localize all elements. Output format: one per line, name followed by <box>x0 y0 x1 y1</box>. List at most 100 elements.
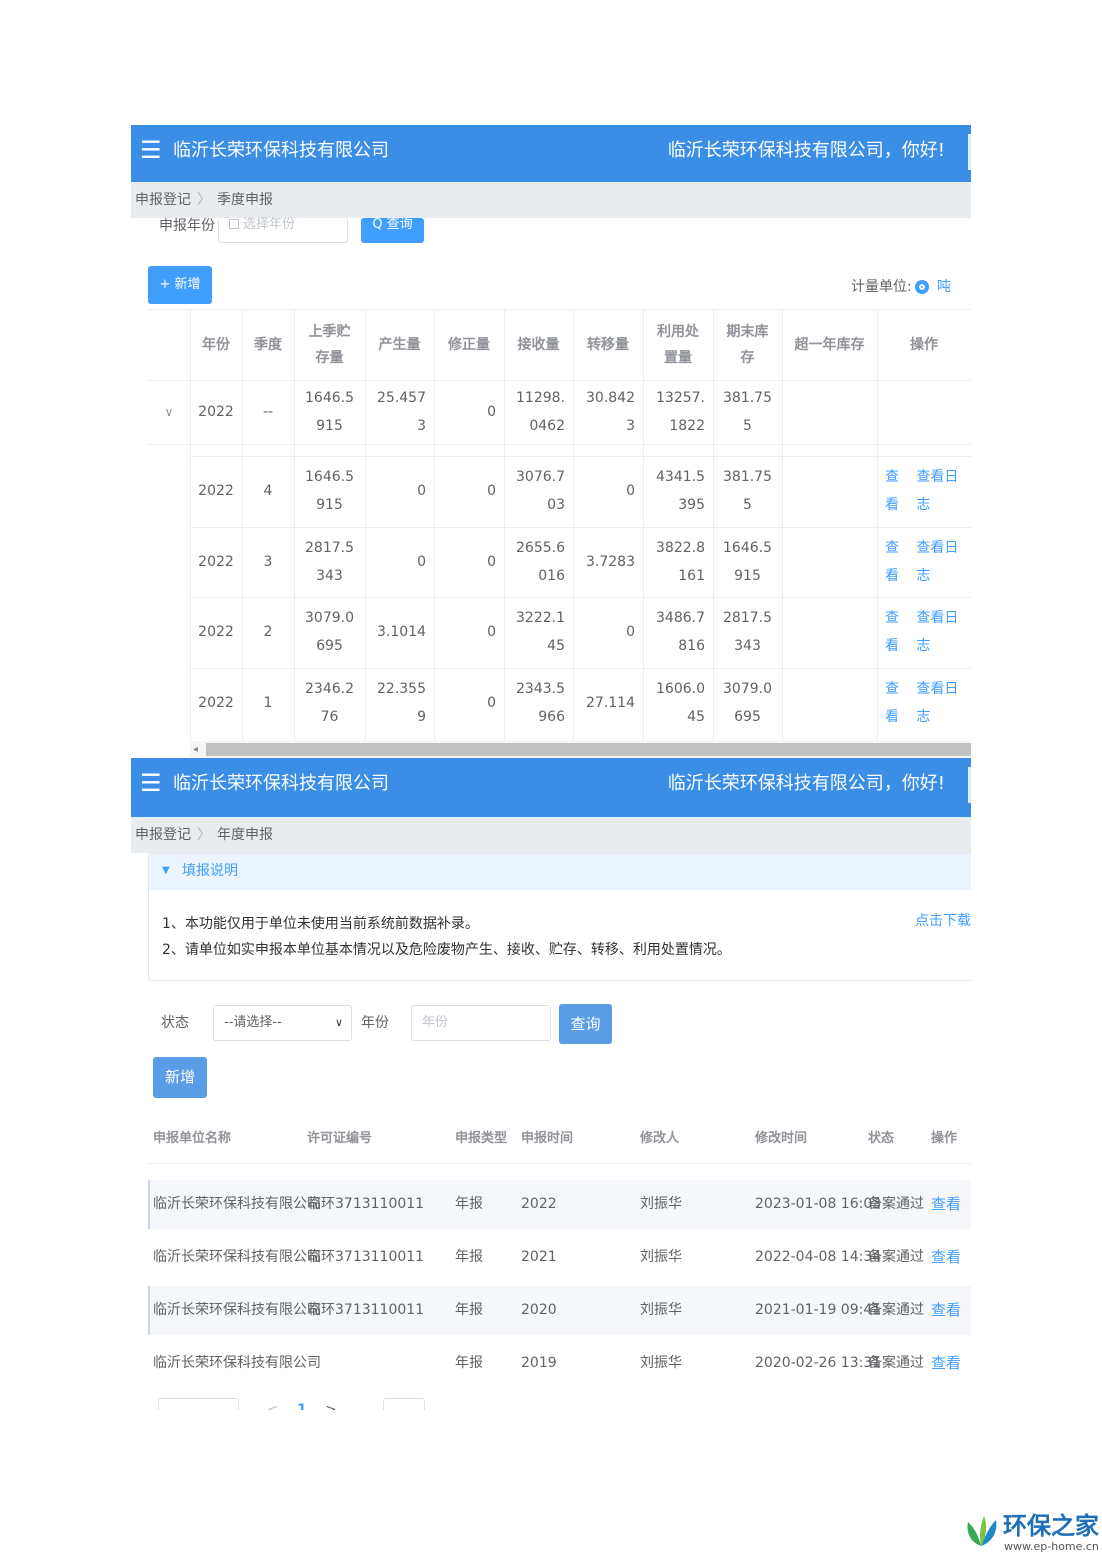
breadcrumb-root[interactable]: 申报登记 <box>135 827 191 843</box>
quarterly-table: 年份 季度 上季贮存量 产生量 修正量 接收量 转移量 利用处置量 期末库存 超一年库存 操作 ∨ 20… <box>148 309 971 758</box>
add-button[interactable]: + 新增 <box>148 266 212 304</box>
notice-title: 填报说明 <box>182 863 238 879</box>
row-actions: 查看 查看日志 <box>877 456 971 527</box>
table-cell: 0 <box>487 624 496 641</box>
year-label: 年份 <box>361 1015 389 1031</box>
table-cell: 3486.7816 <box>656 610 705 655</box>
table-cell: 3 <box>263 553 273 570</box>
view-link[interactable]: 查看 <box>931 1247 961 1267</box>
view-link[interactable]: 查看 <box>885 534 908 590</box>
notice-lines: 1、本功能仅用于单位未使用当前系统前数据补录。 2、请单位如实申报本单位基本情况… <box>162 911 731 963</box>
summary-cell: -- <box>262 404 274 420</box>
table-header-cell: 年份 <box>202 336 230 353</box>
table-cell: 备案通过 <box>868 1249 924 1265</box>
expand-chevron-icon[interactable]: ∨ <box>148 380 190 444</box>
topbar-edge <box>968 134 971 170</box>
summary-cell: 13257.1822 <box>656 390 705 434</box>
table-cell: 刘振华 <box>640 1302 682 1318</box>
next-page-icon[interactable]: > <box>325 1402 337 1410</box>
jump-page-input[interactable] <box>383 1398 425 1410</box>
table-cell: 1646.5915 <box>723 539 772 584</box>
summary-cell: 30.8423 <box>586 390 635 434</box>
table-cell: 1646.5915 <box>305 469 354 514</box>
page-size-select[interactable] <box>158 1398 239 1410</box>
view-log-link[interactable]: 查看日志 <box>916 604 963 660</box>
scroll-left-icon[interactable]: ◂ <box>193 741 198 758</box>
radio-selected-icon[interactable] <box>915 280 929 294</box>
notice-header[interactable]: ▼ 填报说明 <box>149 854 971 890</box>
view-link[interactable]: 查看 <box>931 1300 961 1320</box>
table-cell <box>782 527 877 598</box>
table-cell: 2022 <box>198 553 234 570</box>
table-border <box>148 444 971 445</box>
table-cell: 3.1014 <box>377 624 426 641</box>
view-link[interactable]: 查看 <box>885 463 908 519</box>
table-cell: 备案通过 <box>868 1302 924 1318</box>
table-cell: 2020 <box>521 1302 557 1318</box>
table-header-cell: 许可证编号 <box>307 1131 373 1146</box>
table-header-border <box>148 1163 971 1164</box>
table-cell: 临沂长荣环保科技有限公司 <box>153 1196 321 1212</box>
table-cell: 刘振华 <box>640 1355 682 1371</box>
breadcrumb-root[interactable]: 申报登记 <box>135 192 191 208</box>
table-cell <box>782 668 877 739</box>
table-cell: 年报 <box>455 1249 483 1265</box>
table-header-cell: 上季贮存量 <box>308 323 351 366</box>
table-cell <box>782 597 877 668</box>
summary-cell: 0 <box>487 404 496 420</box>
greeting: 临沂长荣环保科技有限公司，你好! <box>667 140 945 161</box>
breadcrumb-current: 季度申报 <box>217 192 273 208</box>
table-cell: 年报 <box>455 1355 483 1371</box>
expand-gutter <box>148 445 190 758</box>
status-select[interactable]: --请选择-- ∨ <box>213 1005 352 1041</box>
table-header-cell: 申报类型 <box>455 1131 508 1146</box>
view-log-link[interactable]: 查看日志 <box>916 463 963 519</box>
watermark-url: www.ep-home.cn <box>1004 1540 1099 1553</box>
view-link[interactable]: 查看 <box>885 675 908 731</box>
table-cell: 22.3559 <box>377 680 426 725</box>
table-header-cell: 转移量 <box>587 336 629 353</box>
year-placeholder: 选择年份 <box>243 217 296 232</box>
view-log-link[interactable]: 查看日志 <box>916 534 963 590</box>
table-cell: 0 <box>626 624 635 641</box>
table-cell: 年报 <box>455 1302 483 1318</box>
summary-cell: 2022 <box>198 404 234 420</box>
year-input[interactable]: 年份 <box>411 1005 551 1041</box>
prev-page-icon[interactable]: < <box>267 1402 279 1410</box>
table-cell: 0 <box>487 483 496 500</box>
table-header-cell: 修改人 <box>640 1131 680 1146</box>
view-link[interactable]: 查看 <box>931 1194 961 1214</box>
table-cell <box>782 456 877 527</box>
table-cell: 0 <box>626 483 635 500</box>
download-link[interactable]: 点击下载 <box>915 911 971 931</box>
query-button[interactable]: 查询 <box>559 1004 612 1044</box>
table-cell: 0 <box>417 553 426 570</box>
caret-down-icon: ▼ <box>162 865 170 876</box>
unit-value[interactable]: 吨 <box>937 277 951 297</box>
table-header-cell: 操作 <box>931 1131 958 1146</box>
scrollbar-thumb[interactable] <box>206 743 971 756</box>
topbar-edge <box>968 767 971 803</box>
table-cell: 刘振华 <box>640 1249 682 1265</box>
summary-cell <box>782 380 877 444</box>
current-page[interactable]: 1 <box>297 1402 307 1410</box>
table-cell: 3079.0695 <box>305 610 354 655</box>
table-cell: 临沂长荣环保科技有限公司 <box>153 1302 321 1318</box>
query-button[interactable]: Q 查询 <box>361 218 424 243</box>
table-cell: 4341.5395 <box>656 469 705 514</box>
year-picker[interactable]: 选择年份 <box>218 218 348 243</box>
summary-cell: 25.4573 <box>377 390 426 434</box>
menu-icon[interactable]: ☰ <box>140 135 162 165</box>
table-cell: 2022 <box>198 483 234 500</box>
menu-icon[interactable]: ☰ <box>140 768 162 798</box>
view-log-link[interactable]: 查看日志 <box>916 675 963 731</box>
table-cell: 4 <box>263 483 273 500</box>
table-cell: 27.114 <box>586 694 635 711</box>
add-button[interactable]: 新增 <box>153 1057 207 1098</box>
table-cell: 0 <box>417 483 426 500</box>
table-cell: 临沂长荣环保科技有限公司 <box>153 1355 321 1371</box>
view-link[interactable]: 查看 <box>931 1353 961 1373</box>
table-cell: 临环3713110011 <box>307 1249 425 1265</box>
view-link[interactable]: 查看 <box>885 604 908 660</box>
table-cell: 临环3713110011 <box>307 1196 425 1212</box>
